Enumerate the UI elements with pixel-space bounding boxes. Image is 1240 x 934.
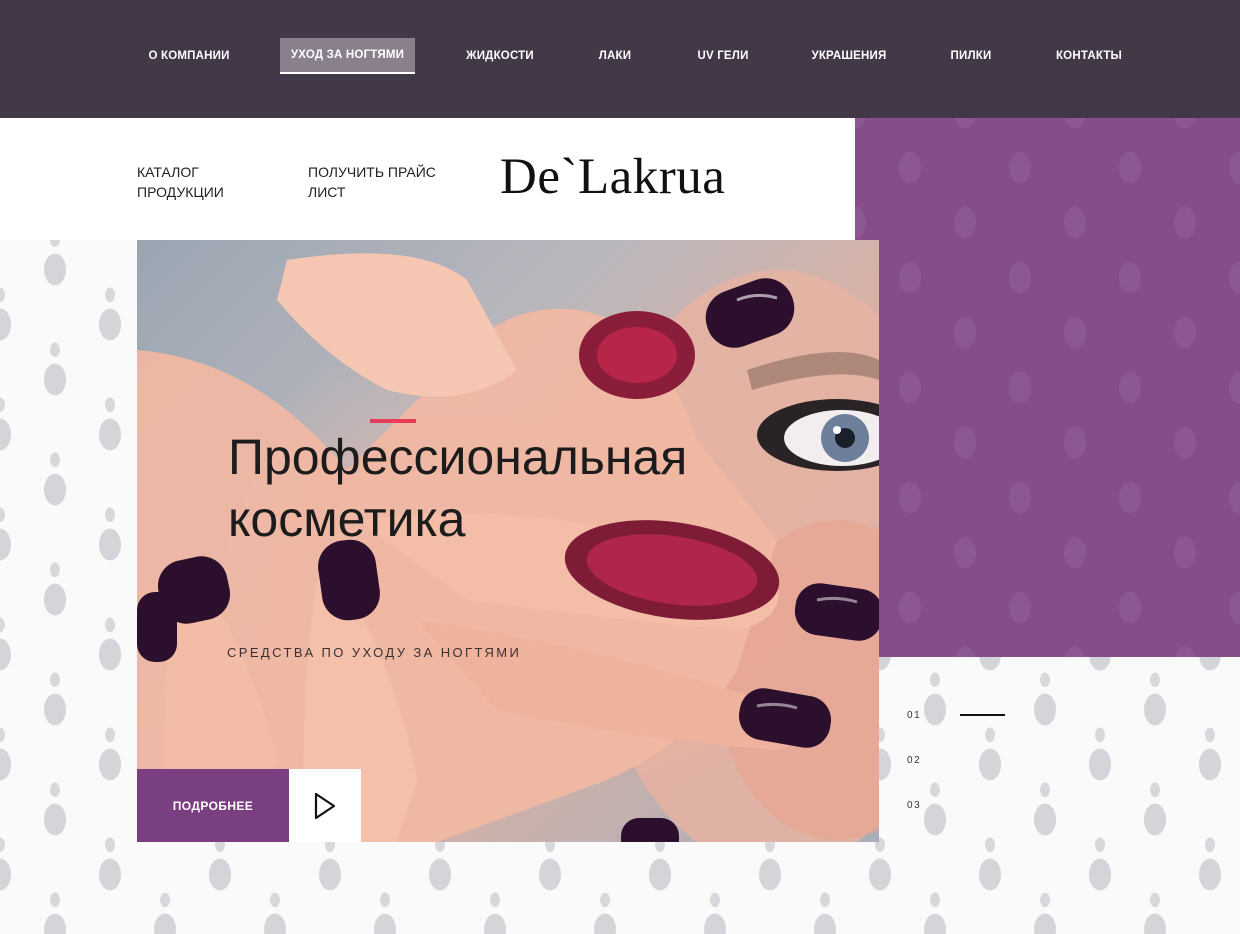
nav-item-decorations[interactable]: УКРАШЕНИЯ [800,38,898,74]
nav-item-polishes[interactable]: ЛАКИ [585,38,645,74]
more-button[interactable]: ПОДРОБНЕЕ [137,769,289,842]
purple-decor-panel [855,118,1240,657]
hero-slide: Профессиональная косметика СРЕДСТВА ПО У… [137,240,879,842]
price-list-link[interactable]: ПОЛУЧИТЬ ПРАЙС ЛИСТ [308,162,448,202]
nav-item-nail-care[interactable]: УХОД ЗА НОГТЯМИ [280,38,415,74]
play-button[interactable] [289,769,361,842]
hero-title-line-1: Профессиональная [228,429,688,485]
nav-item-liquids[interactable]: ЖИДКОСТИ [455,38,545,74]
top-navigation: О КОМПАНИИ УХОД ЗА НОГТЯМИ ЖИДКОСТИ ЛАКИ… [0,0,1240,118]
nav-item-files[interactable]: ПИЛКИ [937,38,1005,74]
header-block: КАТАЛОГ ПРОДУКЦИИ ПОЛУЧИТЬ ПРАЙС ЛИСТ De… [0,118,855,240]
active-slide-indicator [960,714,1005,716]
nav-item-uv-gels[interactable]: UV ГЕЛИ [685,38,761,74]
brand-logo[interactable]: De`Lakrua [500,148,725,206]
hero-title-line-2: косметика [228,491,466,547]
hero-subtitle: СРЕДСТВА ПО УХОДУ ЗА НОГТЯМИ [227,645,522,660]
slide-pager-1[interactable]: 01 [907,710,921,721]
slide-pager-2[interactable]: 02 [907,755,921,766]
hero-accent-line [370,419,416,423]
nav-item-about[interactable]: О КОМПАНИИ [136,38,242,74]
play-icon [314,792,336,819]
hero-title: Профессиональная косметика [228,426,828,550]
catalog-link[interactable]: КАТАЛОГ ПРОДУКЦИИ [137,162,247,202]
nav-item-contacts[interactable]: КОНТАКТЫ [1045,38,1133,74]
slide-pager-3[interactable]: 03 [907,800,921,811]
